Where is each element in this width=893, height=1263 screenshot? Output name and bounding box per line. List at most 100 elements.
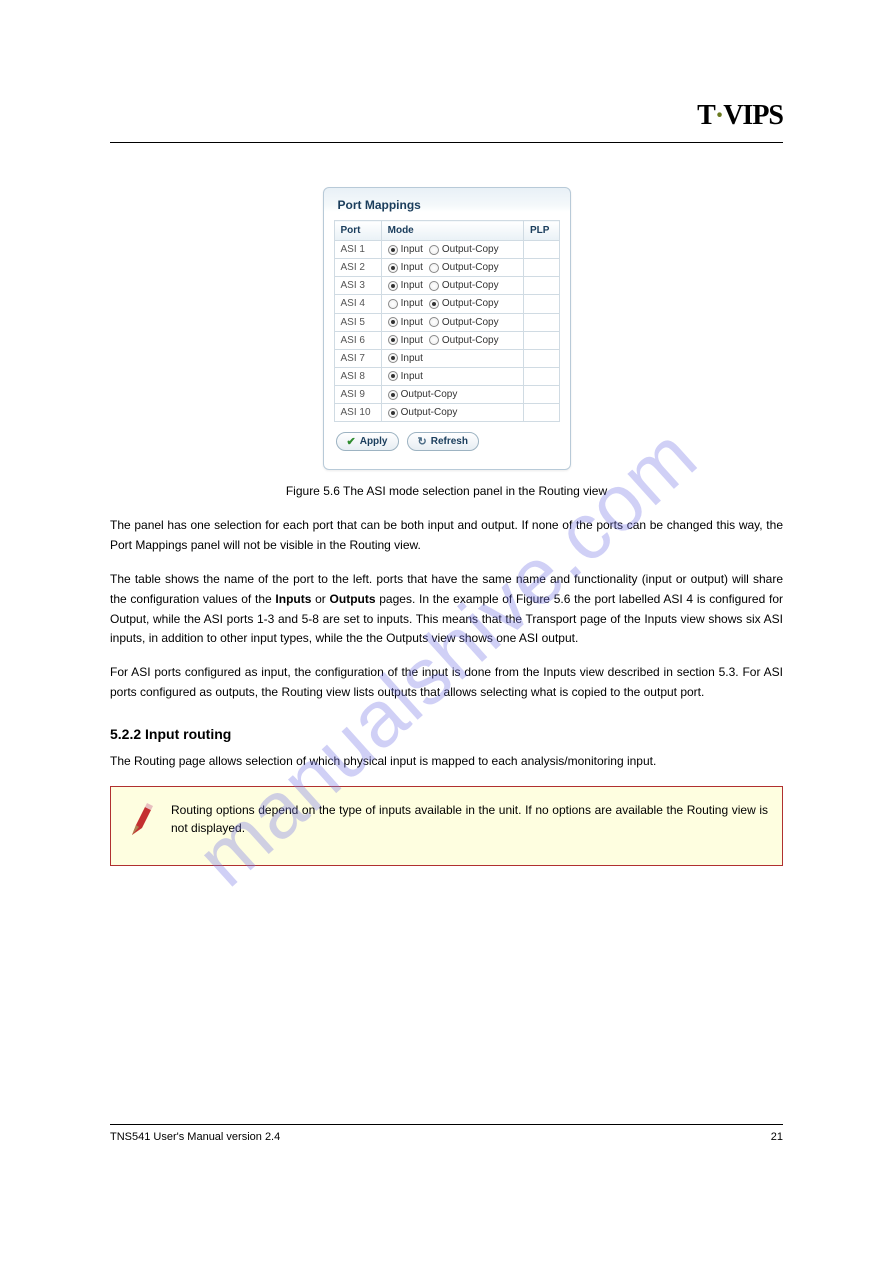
radio-input[interactable] — [388, 371, 398, 381]
paragraph-3: For ASI ports configured as input, the c… — [110, 663, 783, 703]
paragraph-1: The panel has one selection for each por… — [110, 516, 783, 556]
apply-button[interactable]: ✔ Apply — [336, 432, 399, 451]
plp-cell — [523, 404, 559, 422]
radio-input[interactable] — [388, 353, 398, 363]
mode-cell: Input — [381, 349, 523, 367]
note-text: Routing options depend on the type of in… — [171, 803, 768, 835]
label-input: Input — [401, 353, 423, 364]
label-input: Input — [401, 317, 423, 328]
footer-right: 21 — [771, 1131, 783, 1143]
label-input: Input — [401, 335, 423, 346]
note-box: Routing options depend on the type of in… — [110, 786, 783, 866]
brand-logo: T·VIPS — [697, 100, 783, 132]
port-cell: ASI 4 — [334, 295, 381, 313]
plp-cell — [523, 259, 559, 277]
table-row: ASI 2 Input Output-Copy — [334, 259, 559, 277]
radio-input[interactable] — [388, 317, 398, 327]
table-row: ASI 3InputOutput-Copy — [334, 277, 559, 295]
label-input: Input — [401, 371, 423, 382]
table-row: ASI 9 Output-Copy — [334, 386, 559, 404]
plp-cell — [523, 277, 559, 295]
radio-output[interactable] — [429, 317, 439, 327]
radio-input[interactable] — [388, 263, 398, 273]
header-rule — [110, 142, 783, 143]
col-mode: Mode — [381, 221, 523, 241]
port-cell: ASI 5 — [334, 313, 381, 331]
mode-cell: InputOutput-Copy — [381, 277, 523, 295]
port-cell: ASI 10 — [334, 404, 381, 422]
refresh-button[interactable]: ↻ Refresh — [407, 432, 479, 451]
label-input: Input — [401, 262, 423, 273]
logo-dot: · — [715, 100, 723, 131]
mode-cell: Input — [381, 367, 523, 385]
figure-caption: Figure 5.6 The ASI mode selection panel … — [110, 484, 783, 498]
label-output: Output-Copy — [442, 335, 499, 346]
mode-cell: Input Output-Copy — [381, 259, 523, 277]
plp-cell — [523, 313, 559, 331]
table-row: ASI 5 Input Output-Copy — [334, 313, 559, 331]
heading-5-2-2: 5.2.2 Input routing — [110, 723, 783, 746]
port-cell: ASI 8 — [334, 367, 381, 385]
figure-container: Port Mappings Port Mode PLP ASI 1InputOu… — [110, 187, 783, 470]
radio-output[interactable] — [429, 263, 439, 273]
button-row: ✔ Apply ↻ Refresh — [334, 432, 560, 451]
plp-cell — [523, 349, 559, 367]
mode-cell: InputOutput-Copy — [381, 241, 523, 259]
radio-input[interactable] — [388, 299, 398, 309]
check-icon: ✔ — [347, 435, 356, 448]
port-mappings-table: Port Mode PLP ASI 1InputOutput-CopyASI 2… — [334, 220, 560, 422]
label-output: Output-Copy — [442, 317, 499, 328]
port-cell: ASI 3 — [334, 277, 381, 295]
radio-output[interactable] — [429, 281, 439, 291]
refresh-icon: ↻ — [418, 435, 427, 448]
port-cell: ASI 7 — [334, 349, 381, 367]
radio-output[interactable] — [429, 245, 439, 255]
mode-cell: Output-Copy — [381, 404, 523, 422]
radio-output[interactable] — [429, 335, 439, 345]
port-cell: ASI 1 — [334, 241, 381, 259]
panel-title: Port Mappings — [334, 196, 560, 220]
col-plp: PLP — [523, 221, 559, 241]
label-output: Output-Copy — [442, 280, 499, 291]
label-output: Output-Copy — [442, 298, 499, 309]
radio-input[interactable] — [388, 281, 398, 291]
col-port: Port — [334, 221, 381, 241]
plp-cell — [523, 295, 559, 313]
plp-cell — [523, 367, 559, 385]
mode-cell: Output-Copy — [381, 386, 523, 404]
table-header-row: Port Mode PLP — [334, 221, 559, 241]
label-output: Output-Copy — [401, 407, 458, 418]
radio-output[interactable] — [429, 299, 439, 309]
footer-left: TNS541 User's Manual version 2.4 — [110, 1131, 280, 1143]
label-input: Input — [401, 298, 423, 309]
port-mappings-panel: Port Mappings Port Mode PLP ASI 1InputOu… — [323, 187, 571, 470]
label-output: Output-Copy — [442, 262, 499, 273]
paragraph-2: The table shows the name of the port to … — [110, 570, 783, 649]
table-row: ASI 7 Input — [334, 349, 559, 367]
table-row: ASI 10 Output-Copy — [334, 404, 559, 422]
radio-output[interactable] — [388, 390, 398, 400]
plp-cell — [523, 386, 559, 404]
page-footer: TNS541 User's Manual version 2.4 21 — [110, 1124, 783, 1143]
table-row: ASI 1InputOutput-Copy — [334, 241, 559, 259]
logo-pre: T — [697, 100, 715, 131]
radio-input[interactable] — [388, 335, 398, 345]
body-text: The panel has one selection for each por… — [110, 516, 783, 865]
radio-output[interactable] — [388, 408, 398, 418]
logo-post: VIPS — [723, 100, 783, 131]
port-cell: ASI 9 — [334, 386, 381, 404]
label-output: Output-Copy — [401, 389, 458, 400]
port-cell: ASI 2 — [334, 259, 381, 277]
paragraph-4: The Routing page allows selection of whi… — [110, 752, 783, 772]
apply-label: Apply — [360, 436, 388, 447]
label-input: Input — [401, 244, 423, 255]
port-cell: ASI 6 — [334, 331, 381, 349]
pencil-icon — [129, 801, 155, 837]
table-row: ASI 6 Input Output-Copy — [334, 331, 559, 349]
mode-cell: Input Output-Copy — [381, 331, 523, 349]
refresh-label: Refresh — [431, 436, 468, 447]
radio-input[interactable] — [388, 245, 398, 255]
table-row: ASI 4 Input Output-Copy — [334, 295, 559, 313]
plp-cell — [523, 331, 559, 349]
mode-cell: Input Output-Copy — [381, 295, 523, 313]
